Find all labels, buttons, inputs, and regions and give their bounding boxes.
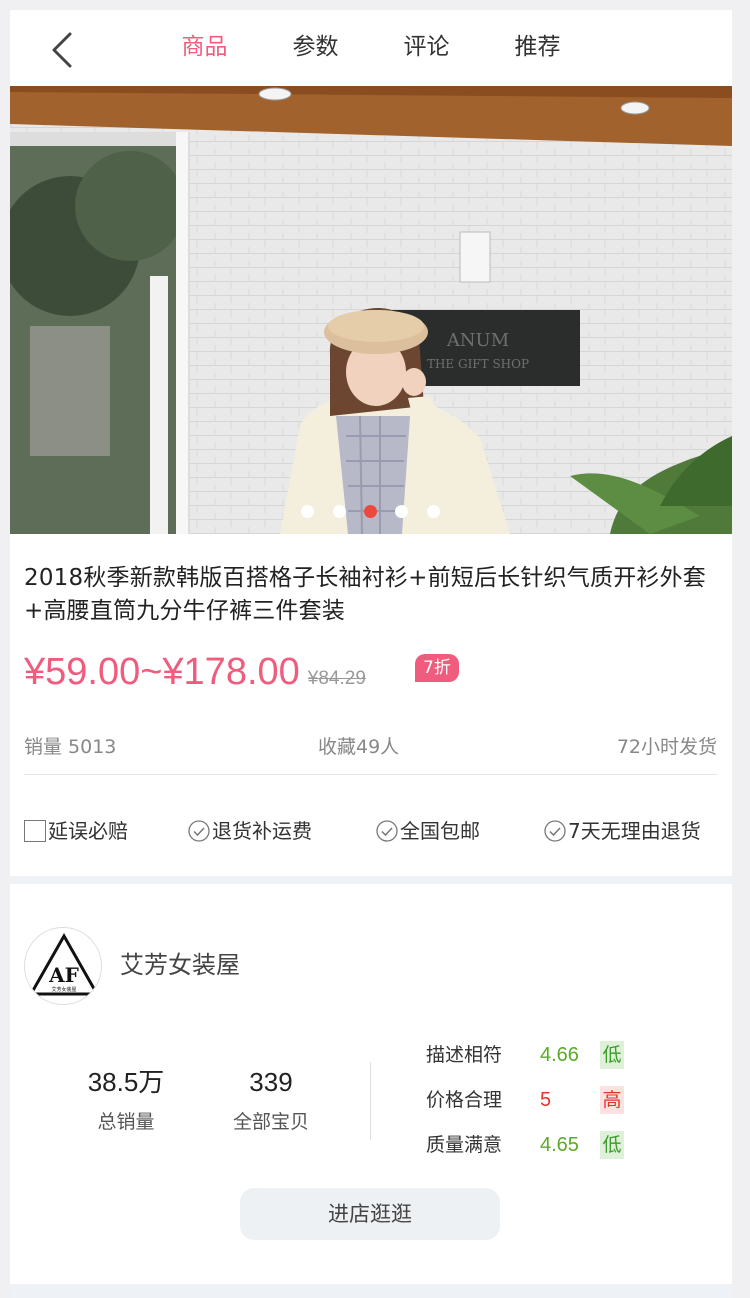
price-row: ¥59.00~¥178.00 ¥84.29 (24, 646, 366, 698)
guarantee-delay-compensation: 延误必赔 (24, 816, 128, 846)
guarantee-label: 延误必赔 (48, 819, 128, 843)
all-items-value: 339 (249, 1067, 293, 1097)
product-title: 2018秋季新款韩版百搭格子长袖衬衫+前短后长针织气质开衫外套+高腰直筒九分牛仔… (24, 565, 707, 624)
rating-score: 4.66 (540, 1044, 579, 1066)
total-sales-value: 38.5万 (87, 1067, 165, 1097)
rating-score: 4.65 (540, 1134, 579, 1156)
rating-level-badge: 高 (600, 1086, 624, 1114)
product-stats: 销量 5013 收藏49人 72小时发货 (24, 732, 717, 764)
enter-shop-button[interactable]: 进店逛逛 (240, 1188, 500, 1240)
carousel-dot-active[interactable] (364, 505, 377, 518)
rating-description: 描述相符 4.66 低 (426, 1040, 624, 1070)
carousel-dot[interactable] (333, 505, 346, 518)
vertical-divider (370, 1062, 371, 1140)
all-items-label: 全部宝贝 (232, 1111, 309, 1133)
tab-params[interactable]: 参数 (260, 32, 371, 62)
svg-text:AF: AF (48, 963, 79, 987)
product-detail-page: 商品 参数 评论 推荐 ANUM THE GIFT SHOP 2018秋季新款韩… (10, 10, 732, 1298)
checkbox-icon (24, 820, 46, 842)
guarantee-7day-return: 7天无理由退货 (544, 816, 701, 846)
tab-reviews[interactable]: 评论 (371, 32, 482, 62)
shop-logo[interactable]: AF 艾芳女装屋 (24, 927, 102, 1005)
guarantee-label: 全国包邮 (400, 819, 480, 843)
bottom-separator (10, 1284, 732, 1298)
carousel-dot[interactable] (301, 505, 314, 518)
rating-label: 价格合理 (426, 1089, 503, 1111)
rating-quality: 质量满意 4.65 低 (426, 1130, 624, 1160)
product-price: ¥59.00~¥178.00 (24, 651, 300, 693)
check-circle-icon (376, 820, 398, 842)
product-image-carousel[interactable]: ANUM THE GIFT SHOP (10, 86, 732, 534)
top-nav: 商品 参数 评论 推荐 (10, 10, 732, 86)
sign-text-1: ANUM (446, 330, 509, 351)
rating-price: 价格合理 5 高 (426, 1085, 624, 1115)
rating-score: 5 (540, 1089, 552, 1111)
tab-recommend[interactable]: 推荐 (482, 32, 593, 62)
rating-level-badge: 低 (600, 1041, 624, 1069)
rating-label: 描述相符 (426, 1044, 503, 1066)
divider (24, 774, 717, 775)
check-circle-icon (188, 820, 210, 842)
service-guarantees[interactable]: 延误必赔 退货补运费 全国包邮 7天无理由退货 (24, 816, 720, 846)
original-price: ¥84.29 (307, 668, 366, 689)
svg-text:艾芳女装屋: 艾芳女装屋 (51, 986, 76, 993)
guarantee-free-shipping: 全国包邮 (376, 816, 480, 846)
tab-bar: 商品 参数 评论 推荐 (10, 32, 732, 62)
section-separator (10, 876, 732, 884)
rating-level-badge: 低 (600, 1131, 624, 1159)
shop-logo-image: AF 艾芳女装屋 (28, 932, 100, 996)
sales-count: 销量 5013 (24, 736, 117, 758)
shop-total-sales: 38.5万 总销量 (74, 1064, 178, 1136)
carousel-dot[interactable] (427, 505, 440, 518)
tab-goods[interactable]: 商品 (149, 32, 260, 62)
favorites-count: 收藏49人 (318, 736, 400, 758)
shipping-time: 72小时发货 (616, 736, 717, 758)
product-photo: ANUM THE GIFT SHOP (10, 86, 732, 534)
discount-badge: 7折 (415, 654, 459, 682)
rating-label: 质量满意 (426, 1134, 503, 1156)
shop-name[interactable]: 艾芳女装屋 (120, 948, 240, 982)
total-sales-label: 总销量 (97, 1111, 155, 1133)
shop-all-items[interactable]: 339 全部宝贝 (216, 1064, 326, 1136)
carousel-dot[interactable] (395, 505, 408, 518)
guarantee-label: 7天无理由退货 (568, 819, 701, 843)
check-circle-icon (544, 820, 566, 842)
sign-text-2: THE GIFT SHOP (427, 357, 529, 371)
guarantee-return-shipping: 退货补运费 (188, 816, 312, 846)
guarantee-label: 退货补运费 (212, 819, 312, 843)
